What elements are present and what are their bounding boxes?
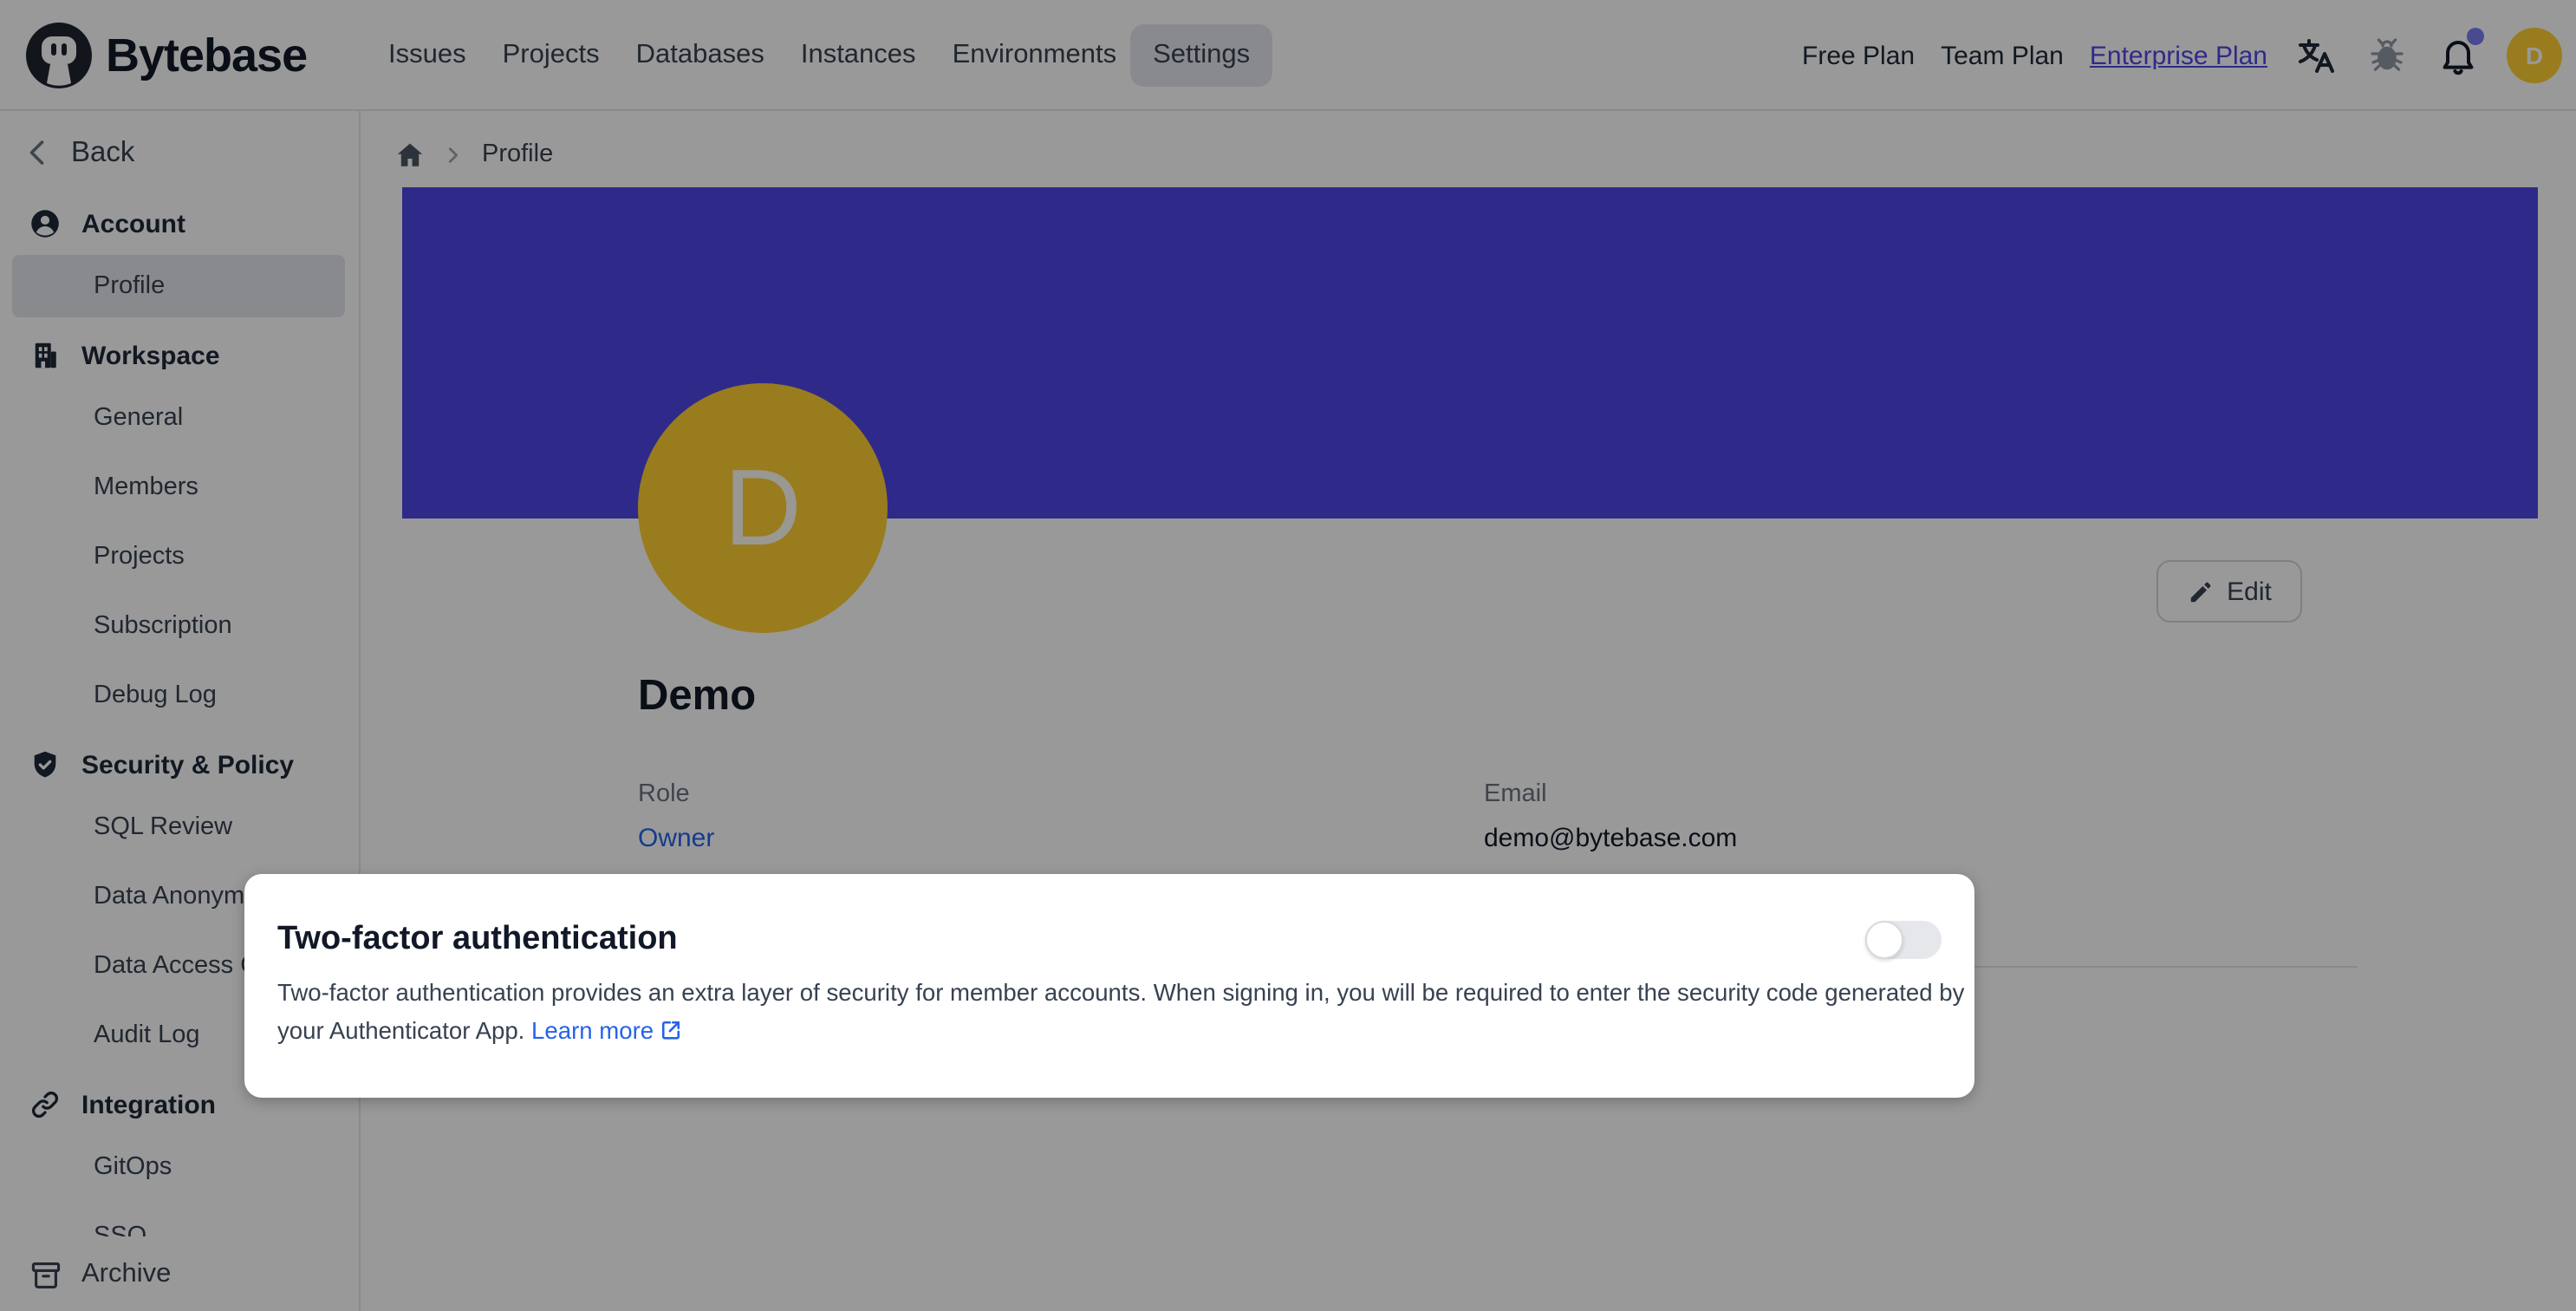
two-factor-title: Two-factor authentication <box>277 921 678 959</box>
toggle-knob <box>1865 921 1903 959</box>
learn-more-label: Learn more <box>531 1018 654 1044</box>
learn-more-link[interactable]: Learn more <box>531 1018 683 1044</box>
two-factor-toggle[interactable] <box>1865 921 1942 959</box>
two-factor-card: Two-factor authentication Two-factor aut… <box>244 874 1974 1098</box>
description-text: Two-factor authentication provides an ex… <box>277 980 1964 1044</box>
external-link-icon <box>659 1018 683 1042</box>
two-factor-description: Two-factor authentication provides an ex… <box>277 975 1968 1051</box>
app-window: Bytebase Issues Projects Databases Insta… <box>0 0 2576 1311</box>
dim-overlay[interactable] <box>0 0 2576 1311</box>
